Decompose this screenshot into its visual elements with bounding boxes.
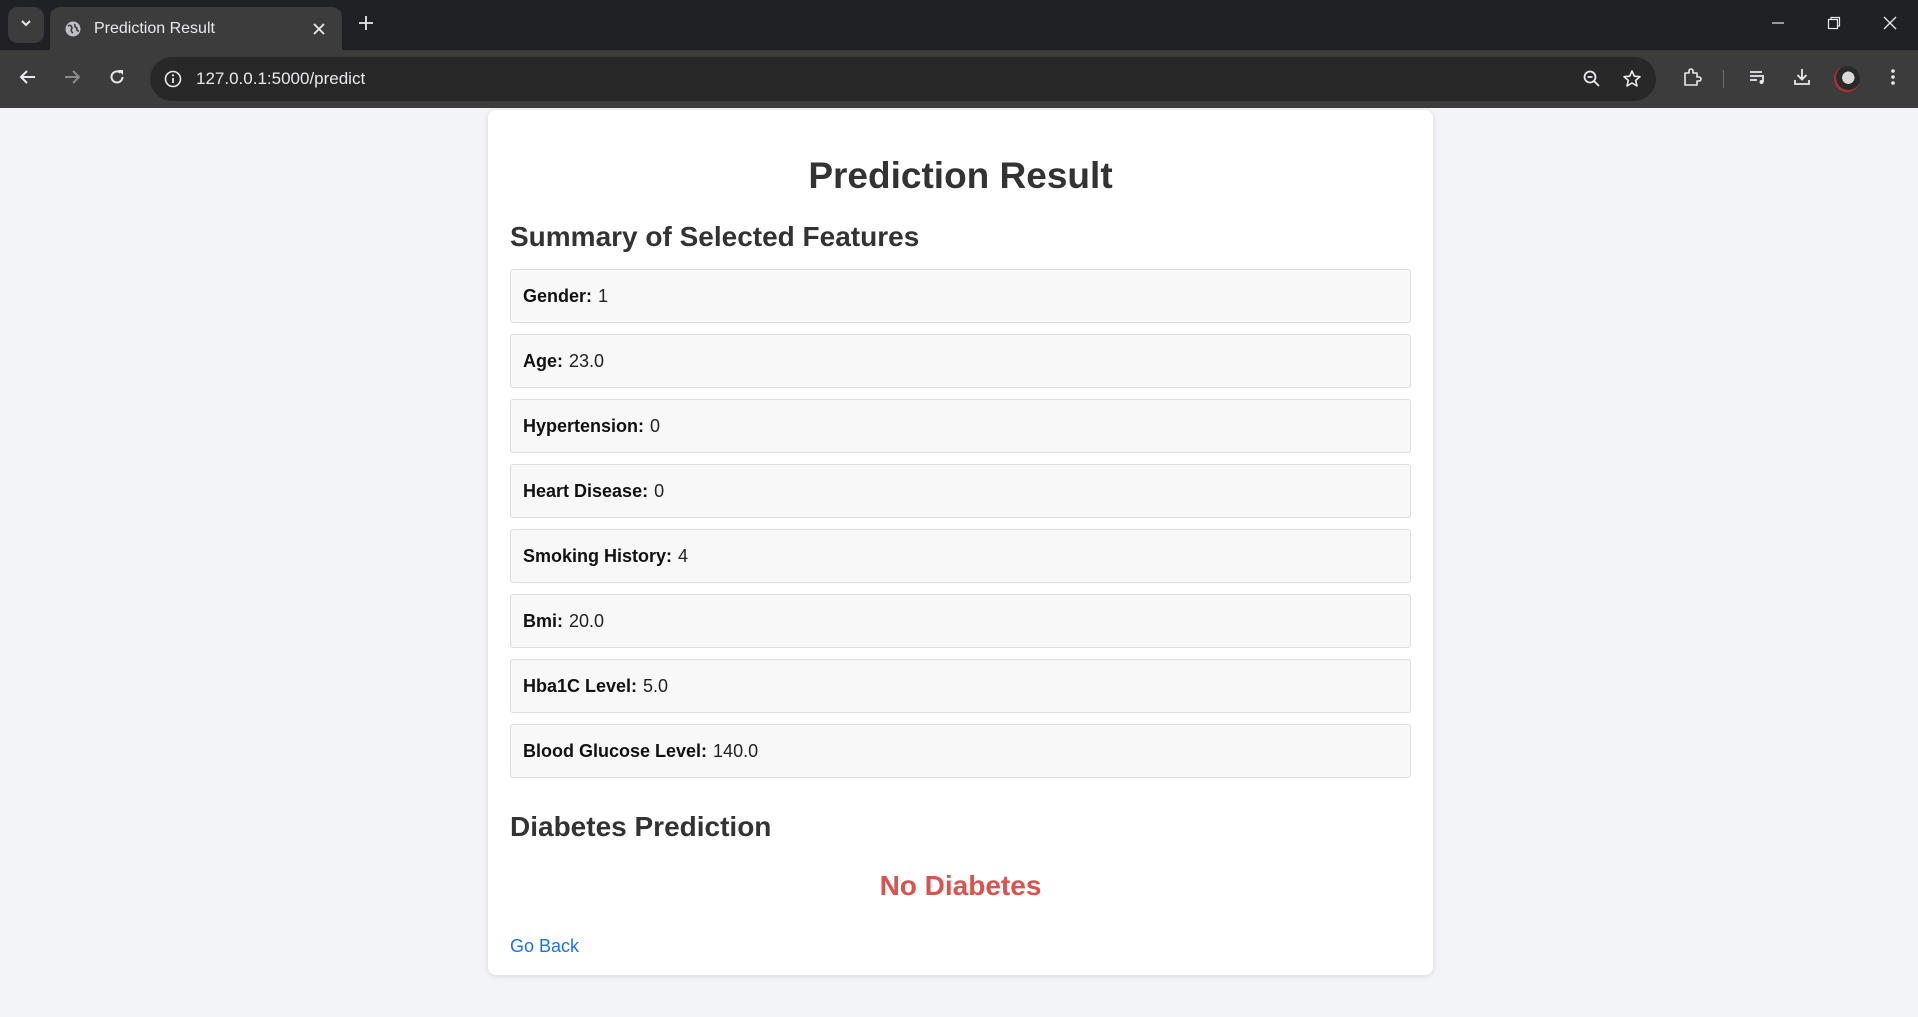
page-title: Prediction Result (808, 155, 1113, 196)
bookmark-star-icon[interactable] (1616, 63, 1648, 95)
feature-value: 20.0 (569, 610, 605, 631)
arrow-right-icon (63, 68, 81, 91)
feature-row-smoking-history: Smoking History: 4 (510, 529, 1411, 584)
close-icon (1883, 16, 1897, 35)
reload-button[interactable] (101, 63, 133, 95)
feature-label: Gender: (523, 285, 593, 306)
feature-row-hba1c-level: Hba1C Level: 5.0 (510, 659, 1411, 714)
address-bar[interactable]: 127.0.0.1:5000/predict (150, 57, 1656, 101)
prediction-heading: Diabetes Prediction (510, 811, 772, 843)
browser-toolbar: 127.0.0.1:5000/predict (0, 50, 1918, 108)
toolbar-divider (1723, 70, 1724, 88)
more-vert-icon (1890, 67, 1896, 92)
new-tab-button[interactable] (352, 11, 380, 39)
prediction-result: No Diabetes (879, 869, 1042, 901)
tab-title: Prediction Result (94, 19, 215, 37)
feature-row-hypertension: Hypertension: 0 (510, 399, 1411, 454)
zoom-icon[interactable] (1576, 63, 1608, 95)
result-card: Prediction Result Summary of Selected Fe… (488, 110, 1433, 975)
feature-value: 1 (598, 285, 609, 306)
go-back-link[interactable]: Go Back (510, 936, 579, 957)
back-button[interactable] (12, 63, 44, 95)
reload-icon (108, 68, 126, 91)
extensions-button[interactable] (1676, 63, 1708, 95)
minimize-icon (1771, 16, 1785, 35)
arrow-left-icon (19, 68, 37, 91)
plus-icon (358, 15, 374, 36)
restore-icon (1827, 16, 1841, 35)
feature-label: Blood Glucose Level: (523, 740, 708, 761)
feature-label: Age: (523, 350, 563, 371)
feature-label: Bmi: (523, 610, 563, 631)
feature-value: 4 (678, 545, 689, 566)
close-tab-icon[interactable] (308, 18, 330, 40)
minimize-button[interactable] (1750, 0, 1806, 50)
feature-label: Heart Disease: (523, 480, 649, 501)
feature-value: 23.0 (569, 350, 605, 371)
feature-row-bmi: Bmi: 20.0 (510, 594, 1411, 649)
page-viewport: Prediction Result Summary of Selected Fe… (0, 108, 1918, 1017)
feature-value: 0 (650, 415, 661, 436)
browser-tabstrip: Prediction Result (0, 0, 1918, 50)
puzzle-icon (1682, 67, 1702, 92)
tab-search-button[interactable] (8, 7, 44, 43)
site-info-icon[interactable] (160, 66, 186, 92)
feature-value: 5.0 (643, 675, 669, 696)
feature-value: 0 (654, 480, 665, 501)
chevron-down-icon (19, 16, 33, 35)
forward-button[interactable] (56, 63, 88, 95)
playlist-icon (1748, 67, 1768, 92)
media-controls-button[interactable] (1742, 63, 1774, 95)
downloads-button[interactable] (1786, 63, 1818, 95)
feature-row-blood-glucose-level: Blood Glucose Level: 140.0 (510, 724, 1411, 779)
feature-label: Hba1C Level: (523, 675, 638, 696)
features-list: Gender: 1 Age: 23.0 Hypertension: 0 Hear… (510, 269, 1411, 779)
feature-value: 140.0 (713, 740, 759, 761)
url-text[interactable]: 127.0.0.1:5000/predict (196, 69, 1576, 89)
menu-button[interactable] (1877, 63, 1909, 95)
feature-row-gender: Gender: 1 (510, 269, 1411, 324)
feature-label: Hypertension: (523, 415, 645, 436)
feature-label: Smoking History: (523, 545, 673, 566)
globe-icon (64, 20, 82, 38)
feature-row-age: Age: 23.0 (510, 334, 1411, 389)
close-window-button[interactable] (1862, 0, 1918, 50)
profile-avatar[interactable] (1834, 66, 1860, 92)
feature-row-heart-disease: Heart Disease: 0 (510, 464, 1411, 519)
active-tab[interactable]: Prediction Result (50, 7, 342, 50)
summary-heading: Summary of Selected Features (510, 220, 920, 252)
restore-button[interactable] (1806, 0, 1862, 50)
download-icon (1792, 67, 1812, 92)
